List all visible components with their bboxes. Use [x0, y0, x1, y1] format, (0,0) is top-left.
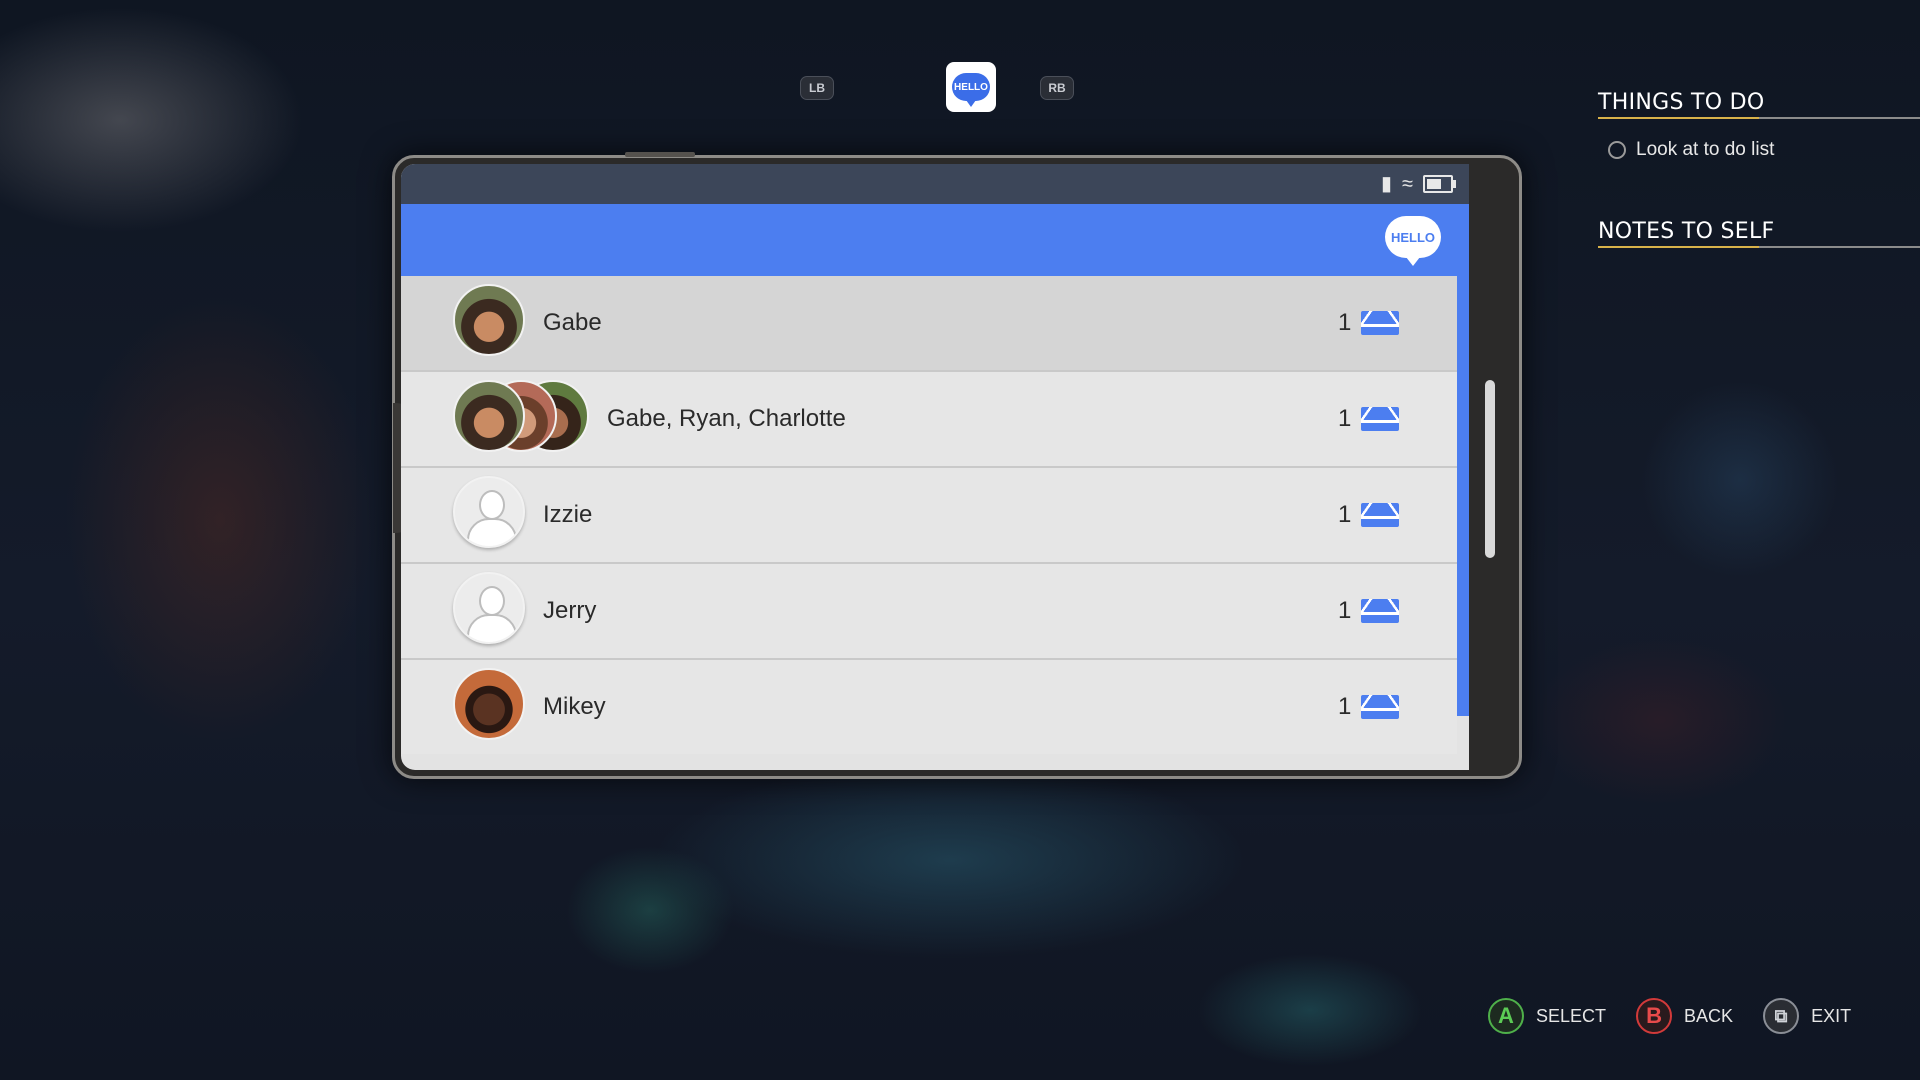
phone-top-button	[625, 152, 695, 157]
conversation-row-jerry[interactable]: Jerry 1	[401, 564, 1457, 660]
list-scrollbar[interactable]	[1457, 276, 1469, 716]
mail-icon	[1361, 407, 1399, 431]
checkbox-icon	[1608, 141, 1626, 159]
status-bar: ▮ ≈	[401, 164, 1469, 204]
back-hint[interactable]: B BACK	[1636, 998, 1733, 1034]
signal-icon: ▮	[1381, 173, 1393, 195]
unread-count: 1	[1338, 501, 1352, 528]
conversation-name: Gabe, Ryan, Charlotte	[607, 405, 846, 432]
tab-hello-app[interactable]: HELLO	[946, 62, 996, 112]
app-header: HELLO	[401, 204, 1469, 276]
mail-icon	[1361, 311, 1399, 335]
select-label: SELECT	[1536, 1005, 1607, 1026]
wifi-icon: ≈	[1402, 173, 1413, 195]
controller-hints: A SELECT B BACK ⧉ EXIT	[1488, 998, 1851, 1034]
default-avatar-icon	[453, 572, 525, 644]
view-button-icon: ⧉	[1763, 998, 1800, 1034]
conversation-name: Jerry	[543, 597, 597, 624]
hello-logo-icon: HELLO	[1385, 216, 1441, 266]
mail-icon	[1361, 599, 1399, 623]
battery-icon	[1423, 175, 1456, 193]
notes-to-self-title: NOTES TO SELF	[1598, 219, 1920, 248]
exit-hint[interactable]: ⧉ EXIT	[1763, 998, 1851, 1034]
a-button-icon: A	[1488, 998, 1524, 1034]
rb-button[interactable]: RB	[1040, 76, 1074, 100]
conversation-row-izzie[interactable]: Izzie 1	[401, 468, 1457, 564]
lb-button[interactable]: LB	[800, 76, 834, 100]
avatar	[453, 668, 525, 740]
conversation-row-gabe[interactable]: Gabe 1	[401, 276, 1457, 372]
mail-icon	[1361, 503, 1399, 527]
unread-count: 1	[1338, 405, 1352, 432]
app-tabs: LB HELLO RB	[790, 60, 1080, 116]
todo-label: Look at to do list	[1636, 139, 1775, 160]
phone: ▮ ≈ HELLO Gabe 1 Gabe, Ryan, Charlotte 1…	[392, 152, 1522, 779]
conversation-name: Gabe	[543, 309, 602, 336]
avatar	[453, 380, 525, 452]
unread-count: 1	[1338, 597, 1352, 624]
conversation-row-mikey[interactable]: Mikey 1	[401, 660, 1457, 754]
conversation-list: Gabe 1 Gabe, Ryan, Charlotte 1 Izzie 1 J…	[401, 276, 1457, 754]
b-button-icon: B	[1636, 998, 1673, 1034]
hello-app-icon: HELLO	[952, 73, 990, 107]
exit-label: EXIT	[1811, 1005, 1852, 1026]
default-avatar-icon	[453, 476, 525, 548]
unread-count: 1	[1338, 693, 1352, 720]
conversation-name: Izzie	[543, 501, 593, 528]
unread-count: 1	[1338, 309, 1352, 336]
select-hint[interactable]: A SELECT	[1488, 998, 1606, 1034]
avatar	[453, 284, 525, 356]
mail-icon	[1361, 695, 1399, 719]
phone-scroll-indicator	[1485, 380, 1495, 558]
conversation-name: Mikey	[543, 693, 606, 720]
todo-item: Look at to do list	[1608, 139, 1920, 161]
conversation-row-group[interactable]: Gabe, Ryan, Charlotte 1	[401, 372, 1457, 468]
things-to-do-title: THINGS TO DO	[1598, 90, 1920, 119]
back-label: BACK	[1684, 1005, 1734, 1026]
phone-screen: ▮ ≈ HELLO Gabe 1 Gabe, Ryan, Charlotte 1…	[401, 164, 1469, 770]
objectives-panel: THINGS TO DO Look at to do list NOTES TO…	[1598, 90, 1920, 248]
